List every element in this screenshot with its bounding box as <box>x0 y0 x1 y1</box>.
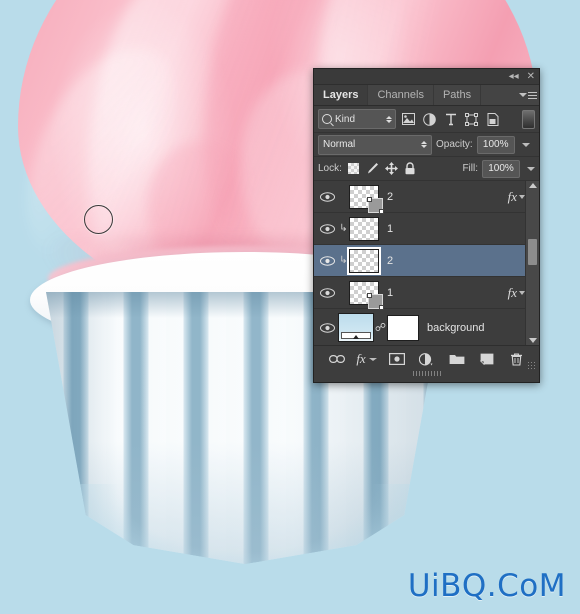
table-row[interactable]: 2 fx <box>314 181 539 214</box>
blend-mode-select[interactable]: Normal <box>318 134 432 155</box>
layer-mask-thumbnail[interactable] <box>387 314 419 341</box>
pixel-filter-icon[interactable] <box>400 111 417 128</box>
fx-icon[interactable]: fx <box>508 285 517 301</box>
lock-position-icon[interactable] <box>384 161 399 176</box>
clipping-mask-icon: ↳ <box>339 255 348 266</box>
new-adjustment-layer-button[interactable] <box>418 351 435 368</box>
new-group-button[interactable] <box>448 351 465 368</box>
opacity-input[interactable]: 100% <box>476 135 515 154</box>
close-icon[interactable]: ✕ <box>527 71 535 82</box>
eye-icon[interactable] <box>316 322 338 333</box>
layer-list-scrollbar[interactable] <box>525 181 539 345</box>
opacity-chevron-down-icon[interactable] <box>521 142 530 147</box>
fill-chevron-down-icon[interactable] <box>527 166 535 171</box>
vector-mask-badge-icon <box>367 196 384 214</box>
link-layers-button[interactable] <box>328 351 345 368</box>
blend-mode-value: Normal <box>323 139 356 150</box>
smart-object-filter-icon[interactable] <box>484 111 501 128</box>
lock-transparent-pixels-icon[interactable] <box>346 161 361 176</box>
adjustment-filter-icon[interactable] <box>421 111 438 128</box>
link-mask-icon[interactable]: ☍ <box>374 321 387 334</box>
filter-kind-select[interactable]: Kind <box>318 109 396 129</box>
brush-cursor-icon <box>84 205 113 234</box>
scroll-down-icon[interactable] <box>528 338 537 343</box>
fx-icon[interactable]: fx <box>508 189 517 205</box>
scrollbar-thumb[interactable] <box>528 239 537 265</box>
add-layer-mask-button[interactable] <box>388 351 405 368</box>
fill-label: Fill: <box>462 163 478 174</box>
chevron-updown-icon[interactable] <box>386 115 392 123</box>
tab-layers[interactable]: Layers <box>314 85 369 105</box>
layer-name[interactable]: 2 <box>387 255 393 267</box>
new-layer-button[interactable] <box>478 351 495 368</box>
layers-panel[interactable]: ◂◂ ✕ Layers Channels Paths Kind Normal O… <box>313 68 540 383</box>
vector-mask-badge-icon <box>367 292 384 310</box>
layer-thumbnail[interactable] <box>338 313 374 342</box>
layer-thumbnail[interactable] <box>349 216 379 241</box>
clipping-mask-icon: ↳ <box>339 223 348 234</box>
panel-menu-icon[interactable] <box>519 89 537 101</box>
layers-panel-toolbar: fx <box>314 345 539 376</box>
resize-grip-icon[interactable] <box>527 361 536 370</box>
layer-thumbnail[interactable] <box>349 184 384 214</box>
delete-layer-button[interactable] <box>508 351 525 368</box>
chevron-updown-icon[interactable] <box>421 141 427 148</box>
filter-bar: Kind <box>314 106 539 133</box>
watermark-text: UiBQ.CoM <box>407 568 566 604</box>
liner-bottom-fade <box>46 484 444 564</box>
collapse-icon[interactable]: ◂◂ <box>509 71 519 82</box>
search-icon <box>322 114 332 124</box>
scroll-up-icon[interactable] <box>528 183 537 188</box>
eye-icon[interactable] <box>316 191 338 202</box>
lock-image-pixels-icon[interactable] <box>365 161 380 176</box>
screenshot-root: UiBQ.CoM ◂◂ ✕ Layers Channels Paths Kind <box>0 0 580 614</box>
shape-filter-icon[interactable] <box>463 111 480 128</box>
fill-input[interactable]: 100% <box>482 159 520 178</box>
eye-icon[interactable] <box>316 255 338 266</box>
filter-kind-label: Kind <box>335 113 356 125</box>
layer-name[interactable]: 2 <box>387 191 393 203</box>
filter-enable-toggle[interactable] <box>522 109 535 129</box>
add-layer-style-button[interactable]: fx <box>356 351 377 368</box>
eye-icon[interactable] <box>316 287 338 298</box>
layer-name[interactable]: 1 <box>387 223 393 235</box>
layer-name[interactable]: background <box>427 322 485 334</box>
layer-list[interactable]: 2 fx ↳ 1 ↳ 2 1 fx ☍ background <box>314 181 539 345</box>
chevron-down-icon <box>368 357 377 361</box>
lock-bar: Lock: Fill: 100% <box>314 157 539 181</box>
panel-titlebar: ◂◂ ✕ <box>314 69 539 85</box>
layer-thumbnail[interactable] <box>347 246 381 275</box>
table-row[interactable]: ☍ background <box>314 309 539 345</box>
type-filter-icon[interactable] <box>442 111 459 128</box>
layer-name[interactable]: 1 <box>387 287 393 299</box>
opacity-label: Opacity: <box>436 139 473 150</box>
panel-drag-handle[interactable] <box>412 371 441 376</box>
lock-label: Lock: <box>318 163 342 174</box>
eye-icon[interactable] <box>316 223 338 234</box>
tab-paths[interactable]: Paths <box>434 85 482 105</box>
blend-mode-bar: Normal Opacity: 100% <box>314 133 539 157</box>
table-row[interactable]: 1 fx <box>314 277 539 310</box>
panel-tabs: Layers Channels Paths <box>314 85 539 106</box>
fx-icon: fx <box>356 351 366 366</box>
table-row[interactable]: ↳ 2 <box>314 245 539 277</box>
lock-all-icon[interactable] <box>403 161 418 176</box>
table-row[interactable]: ↳ 1 <box>314 213 539 245</box>
layer-thumbnail[interactable] <box>349 280 384 310</box>
tab-channels[interactable]: Channels <box>368 85 434 105</box>
